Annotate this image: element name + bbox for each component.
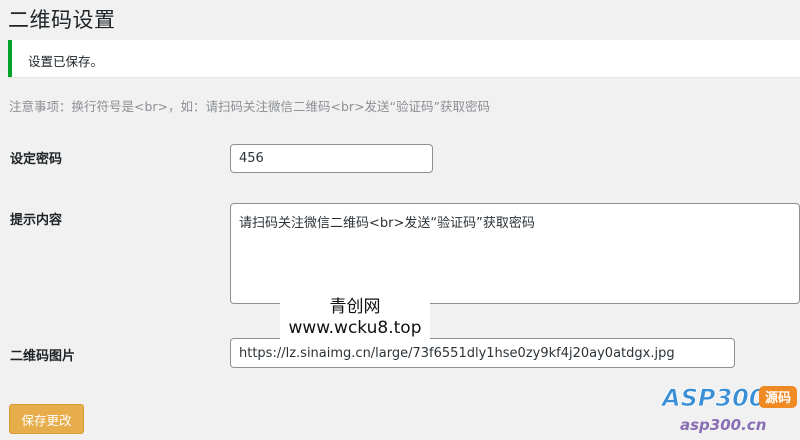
logo-main-text: ASP300: [660, 384, 766, 412]
prompt-label: 提示内容: [10, 213, 63, 228]
password-value: 456: [239, 151, 264, 166]
page-title: 二维码设置: [8, 8, 116, 32]
save-button[interactable]: 保存更改: [9, 404, 84, 434]
watermark: 青创网 www.wcku8.top: [280, 286, 430, 344]
asp300-logo: ASP300 源码 asp300.cn: [660, 384, 797, 434]
notice-text: 设置已保存。: [28, 54, 104, 69]
logo-badge-text: 源码: [765, 390, 791, 406]
password-label: 设定密码: [10, 152, 63, 167]
prompt-value: 请扫码关注微信二维码<br>发送“验证码”获取密码: [239, 216, 535, 231]
qr-image-url-value: https://lz.sinaimg.cn/large/73f6551dly1h…: [239, 345, 675, 361]
settings-page: 二维码设置 设置已保存。 注意事项：换行符号是<br>，如：请扫码关注微信二维码…: [0, 0, 800, 440]
qr-image-label: 二维码图片: [10, 349, 76, 364]
hint-text: 注意事项：换行符号是<br>，如：请扫码关注微信二维码<br>发送“验证码”获取…: [9, 99, 490, 114]
password-input[interactable]: 456: [230, 144, 433, 173]
logo-domain-text: asp300.cn: [680, 416, 766, 434]
success-notice: 设置已保存。: [8, 40, 800, 77]
watermark-line1: 青创网: [329, 297, 381, 317]
watermark-line2: www.wcku8.top: [288, 318, 422, 338]
